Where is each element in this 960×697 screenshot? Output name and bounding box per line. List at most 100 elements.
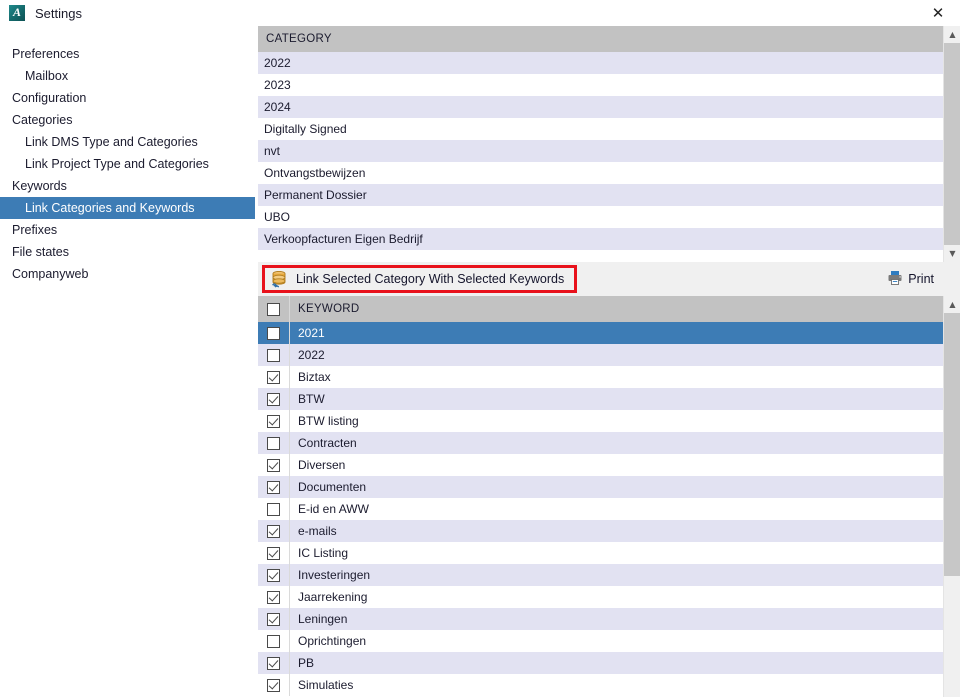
sidebar-item-keywords[interactable]: Keywords (0, 175, 255, 197)
keyword-checkbox-cell[interactable] (258, 608, 290, 630)
keyword-panel: KEYWORD 2021 2022 Biztax BTW BTW listing Cont… (258, 296, 960, 697)
sidebar-item-companyweb[interactable]: Companyweb (0, 263, 255, 285)
keyword-checkbox[interactable] (267, 612, 280, 626)
window-title: Settings (35, 5, 82, 21)
keyword-checkbox-cell[interactable] (258, 674, 290, 696)
keyword-checkbox-cell[interactable] (258, 652, 290, 674)
keyword-checkbox[interactable] (267, 634, 280, 648)
keyword-row-label: e-mails (298, 524, 337, 538)
keyword-checkbox-cell[interactable] (258, 366, 290, 388)
keyword-checkbox[interactable] (267, 370, 280, 384)
sidebar-item-label: Companyweb (12, 267, 89, 281)
keyword-checkbox-cell[interactable] (258, 564, 290, 586)
keyword-checkbox[interactable] (267, 678, 280, 692)
keyword-row[interactable]: Diversen (258, 454, 943, 476)
select-all-checkbox[interactable] (267, 302, 280, 316)
category-row[interactable]: Digitally Signed (258, 118, 943, 140)
keyword-row[interactable]: BTW (258, 388, 943, 410)
keyword-row[interactable]: 2022 (258, 344, 943, 366)
keyword-checkbox-cell[interactable] (258, 520, 290, 542)
link-category-keywords-button[interactable]: Link Selected Category With Selected Key… (262, 265, 578, 293)
sidebar-item-mailbox[interactable]: Mailbox (0, 65, 255, 87)
keyword-row[interactable]: IC Listing (258, 542, 943, 564)
category-scroll-thumb[interactable] (944, 43, 960, 245)
keyword-select-all-cell[interactable] (258, 296, 290, 322)
keyword-checkbox[interactable] (267, 524, 280, 538)
keyword-checkbox[interactable] (267, 326, 280, 340)
keyword-checkbox-cell[interactable] (258, 344, 290, 366)
keyword-row[interactable]: Documenten (258, 476, 943, 498)
keyword-checkbox[interactable] (267, 436, 280, 450)
keyword-checkbox[interactable] (267, 392, 280, 406)
category-row[interactable]: 2023 (258, 74, 943, 96)
keyword-checkbox-cell[interactable] (258, 542, 290, 564)
keyword-scroll-thumb[interactable] (944, 313, 960, 576)
print-button[interactable]: Print (883, 267, 938, 291)
scroll-up-icon[interactable]: ▲ (944, 296, 960, 313)
sidebar-item-file-states[interactable]: File states (0, 241, 255, 263)
keyword-row-label: Documenten (298, 480, 367, 494)
keyword-scrollbar[interactable]: ▲ (943, 296, 960, 697)
sidebar-item-prefixes[interactable]: Prefixes (0, 219, 255, 241)
category-row[interactable]: Permanent Dossier (258, 184, 943, 206)
sidebar-item-preferences[interactable]: Preferences (0, 43, 255, 65)
keyword-row[interactable]: e-mails (258, 520, 943, 542)
category-row[interactable]: Ontvangstbewijzen (258, 162, 943, 184)
scroll-up-icon[interactable]: ▲ (944, 26, 960, 43)
keyword-row[interactable]: Contracten (258, 432, 943, 454)
category-row[interactable]: 2022 (258, 52, 943, 74)
keyword-row[interactable]: Investeringen (258, 564, 943, 586)
keyword-checkbox-cell[interactable] (258, 432, 290, 454)
keyword-row[interactable]: Jaarrekening (258, 586, 943, 608)
keyword-checkbox-cell[interactable] (258, 498, 290, 520)
category-row[interactable]: nvt (258, 140, 943, 162)
sidebar-item-label: Keywords (12, 179, 67, 193)
keyword-checkbox-cell[interactable] (258, 388, 290, 410)
keyword-row-label: Biztax (298, 370, 331, 384)
keyword-checkbox[interactable] (267, 568, 280, 582)
category-row[interactable]: UBO (258, 206, 943, 228)
keyword-row-label: Oprichtingen (298, 634, 367, 648)
keyword-checkbox[interactable] (267, 480, 280, 494)
keyword-row[interactable]: BTW listing (258, 410, 943, 432)
keyword-row-label: PB (298, 656, 315, 670)
scroll-down-icon[interactable]: ▼ (944, 245, 960, 262)
keyword-checkbox[interactable] (267, 458, 280, 472)
content-area: CATEGORY 2022 2023 2024 Digitally Signed nvt… (258, 26, 960, 697)
keyword-row[interactable]: Simulaties (258, 674, 943, 696)
category-scrollbar[interactable]: ▲ ▼ (943, 26, 960, 262)
sidebar-item-link-dms-type-and-categories[interactable]: Link DMS Type and Categories (0, 131, 255, 153)
keyword-checkbox[interactable] (267, 656, 280, 670)
keyword-row[interactable]: E-id en AWW (258, 498, 943, 520)
sidebar-item-label: Configuration (12, 91, 87, 105)
close-icon[interactable]: ✕ (916, 0, 960, 26)
keyword-checkbox-cell[interactable] (258, 322, 290, 344)
keyword-row[interactable]: Biztax (258, 366, 943, 388)
app-logo-icon: A (9, 5, 25, 21)
keyword-row-label: 2021 (298, 326, 325, 340)
sidebar-item-link-project-type-and-categories[interactable]: Link Project Type and Categories (0, 153, 255, 175)
sidebar-item-link-categories-and-keywords[interactable]: Link Categories and Keywords (0, 197, 255, 219)
keyword-row[interactable]: 2021 (258, 322, 943, 344)
keyword-checkbox[interactable] (267, 546, 280, 560)
keyword-row[interactable]: Oprichtingen (258, 630, 943, 652)
sidebar-item-configuration[interactable]: Configuration (0, 87, 255, 109)
category-column-header: CATEGORY (266, 33, 332, 45)
keyword-checkbox[interactable] (267, 502, 280, 516)
sidebar-item-categories[interactable]: Categories (0, 109, 255, 131)
keyword-checkbox-cell[interactable] (258, 586, 290, 608)
keyword-row[interactable]: PB (258, 652, 943, 674)
action-toolbar: Link Selected Category With Selected Key… (258, 262, 960, 296)
sidebar-item-label: Link Categories and Keywords (25, 201, 195, 215)
keyword-checkbox-cell[interactable] (258, 630, 290, 652)
keyword-checkbox[interactable] (267, 348, 280, 362)
category-row[interactable]: 2024 (258, 96, 943, 118)
keyword-checkbox[interactable] (267, 590, 280, 604)
category-row-label: 2024 (264, 100, 291, 114)
category-row[interactable]: Verkoopfacturen Eigen Bedrijf (258, 228, 943, 250)
keyword-checkbox-cell[interactable] (258, 454, 290, 476)
keyword-checkbox-cell[interactable] (258, 476, 290, 498)
keyword-row[interactable]: Leningen (258, 608, 943, 630)
keyword-checkbox[interactable] (267, 414, 280, 428)
keyword-checkbox-cell[interactable] (258, 410, 290, 432)
